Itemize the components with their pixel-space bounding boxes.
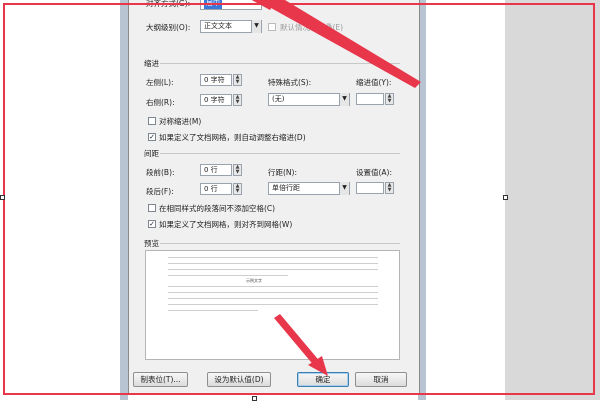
selection-handle-left[interactable] <box>0 195 5 200</box>
arrow-to-ok-icon <box>274 314 322 368</box>
annotation-arrows <box>251 0 421 376</box>
selection-handle-right[interactable] <box>503 195 508 200</box>
selection-handle-bottom[interactable] <box>252 396 257 401</box>
arrow-head-alignment-icon <box>251 0 276 10</box>
arrow-to-alignment-icon <box>262 0 421 88</box>
